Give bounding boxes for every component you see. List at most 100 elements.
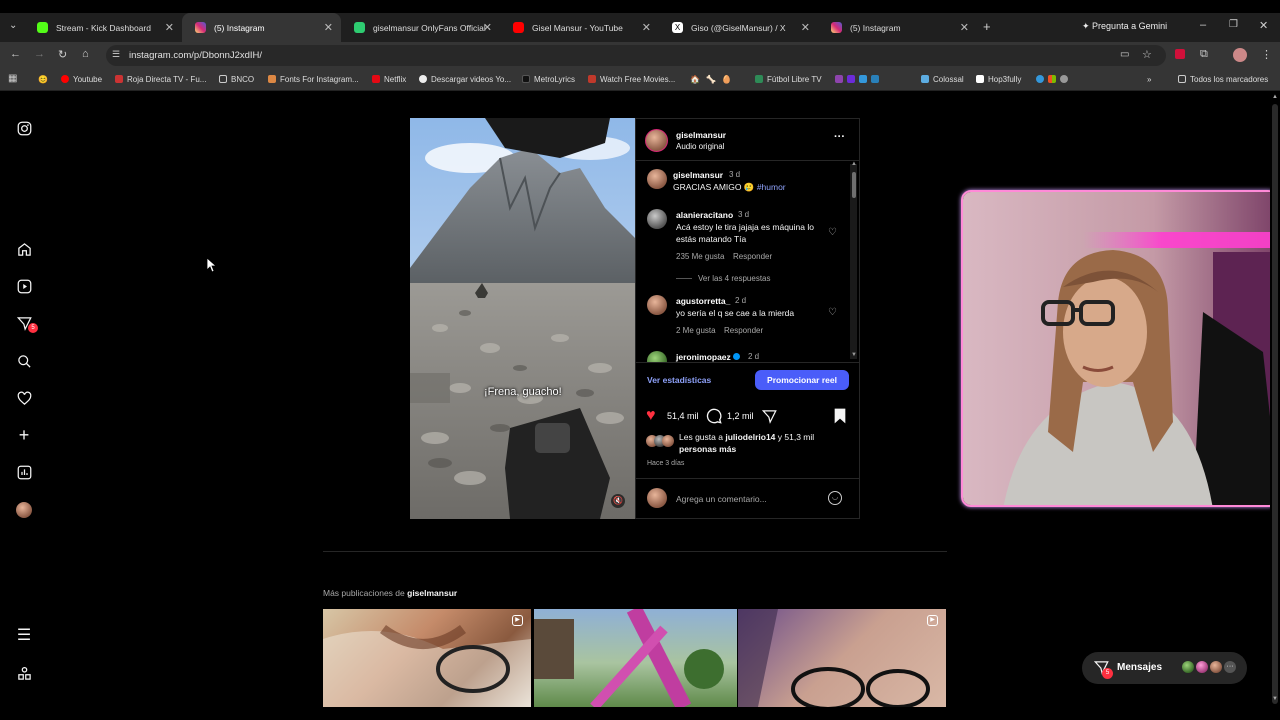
bookmark-futbol[interactable]: Fútbol Libre TV bbox=[755, 75, 822, 84]
comment-like-icon[interactable]: ♡ bbox=[828, 307, 837, 318]
audio-label[interactable]: Audio original bbox=[676, 142, 724, 151]
close-tab-icon[interactable]: ✕ bbox=[324, 21, 333, 34]
stats-link[interactable]: Ver estadísticas bbox=[647, 375, 711, 385]
like-heart-icon[interactable]: ♥ bbox=[646, 407, 656, 425]
comment-avatar[interactable] bbox=[647, 209, 667, 229]
forward-icon[interactable]: → bbox=[34, 48, 45, 60]
more-post-thumbnail[interactable] bbox=[738, 609, 946, 707]
reels-icon[interactable] bbox=[15, 277, 33, 295]
bookmark-fonts[interactable]: Fonts For Instagram... bbox=[268, 75, 359, 84]
promote-reel-button[interactable]: Promocionar reel bbox=[755, 370, 849, 390]
post-options-icon[interactable]: ··· bbox=[834, 131, 845, 143]
close-tab-icon[interactable]: ✕ bbox=[642, 21, 651, 34]
caption-hashtag[interactable]: #humor bbox=[757, 182, 786, 192]
more-icon[interactable] bbox=[15, 664, 33, 682]
comment-icon[interactable] bbox=[706, 408, 722, 429]
close-window-icon[interactable]: ✕ bbox=[1259, 19, 1268, 32]
bookmark-youtube[interactable]: Youtube bbox=[61, 75, 102, 84]
save-bookmark-icon[interactable] bbox=[833, 408, 847, 429]
search-icon[interactable] bbox=[15, 352, 33, 370]
bookmark-watch-movies[interactable]: Watch Free Movies... bbox=[588, 75, 675, 84]
comment-reply-button[interactable]: Responder bbox=[724, 326, 763, 335]
bookmark-star-icon[interactable]: ☆ bbox=[1142, 48, 1152, 61]
caption-avatar[interactable] bbox=[647, 169, 667, 189]
caption-username[interactable]: giselmansur bbox=[673, 170, 723, 180]
scroll-up-arrow-icon[interactable]: ▲ bbox=[1272, 94, 1278, 100]
bookmark-icons-group-2[interactable] bbox=[835, 75, 883, 84]
address-bar[interactable] bbox=[106, 45, 1166, 66]
restore-icon[interactable]: ❐ bbox=[1229, 19, 1238, 30]
scroll-down-arrow-icon[interactable]: ▼ bbox=[1272, 696, 1278, 702]
tab-instagram-active[interactable]: (5) Instagram ✕ bbox=[182, 13, 341, 42]
more-posts-user[interactable]: giselmansur bbox=[407, 588, 457, 598]
message-avatar[interactable] bbox=[1196, 661, 1208, 673]
close-tab-icon[interactable]: ✕ bbox=[483, 21, 492, 34]
extension-icon[interactable] bbox=[1175, 49, 1185, 59]
bookmarks-overflow-icon[interactable]: » bbox=[1147, 75, 1151, 84]
heart-icon[interactable] bbox=[15, 389, 33, 407]
reload-icon[interactable]: ↻ bbox=[58, 48, 67, 61]
comment-avatar[interactable] bbox=[647, 295, 667, 315]
cast-icon[interactable]: ▭ bbox=[1120, 49, 1129, 60]
tab-x[interactable]: X Giso (@GiselMansur) / X ✕ bbox=[659, 13, 818, 42]
bookmark-hop3fully[interactable]: Hop3fully bbox=[976, 75, 1021, 84]
all-bookmarks[interactable]: Todos los marcadores bbox=[1178, 75, 1268, 84]
apps-icon[interactable]: ▦ bbox=[8, 73, 17, 84]
back-icon[interactable]: ← bbox=[10, 48, 21, 60]
comments-count[interactable]: 1,2 mil bbox=[727, 411, 754, 421]
comment-like-icon[interactable]: ♡ bbox=[828, 227, 837, 238]
home-browser-icon[interactable]: ⌂ bbox=[82, 48, 89, 60]
mute-icon[interactable]: 🔇 bbox=[611, 494, 625, 508]
messages-label[interactable]: Mensajes bbox=[1117, 662, 1162, 673]
liked-by-user[interactable]: juliodelrio14 bbox=[725, 432, 775, 442]
tab-youtube[interactable]: Gisel Mansur - YouTube ✕ bbox=[500, 13, 659, 42]
post-author-username[interactable]: giselmansur bbox=[676, 130, 726, 140]
likes-count[interactable]: 51,4 mil bbox=[667, 411, 699, 421]
bookmark-netflix[interactable]: Netflix bbox=[372, 75, 406, 84]
bookmark-icons-group-3[interactable] bbox=[1036, 75, 1072, 84]
bookmark-emoji[interactable]: 😊 bbox=[38, 75, 48, 84]
page-scroll-thumb[interactable] bbox=[1272, 104, 1278, 704]
comment-username[interactable]: agustorretta_ bbox=[676, 296, 730, 306]
minimize-icon[interactable]: – bbox=[1200, 19, 1206, 31]
share-icon[interactable] bbox=[761, 409, 777, 429]
comment-username[interactable]: alanieracitano bbox=[676, 210, 733, 220]
emoji-icon[interactable]: ◡ bbox=[828, 491, 842, 505]
close-tab-icon[interactable]: ✕ bbox=[801, 21, 810, 34]
tab-instagram-2[interactable]: (5) Instagram ✕ bbox=[818, 13, 977, 42]
new-tab-icon[interactable]: + bbox=[983, 19, 991, 34]
tab-onlyfans[interactable]: giselmansur OnlyFans Official - ✕ bbox=[341, 13, 500, 42]
comment-likes[interactable]: 235 Me gusta bbox=[676, 252, 724, 261]
view-replies-button[interactable]: Ver las 4 respuestas bbox=[698, 274, 770, 283]
profile-avatar[interactable] bbox=[16, 502, 32, 518]
bookmark-icons-group[interactable]: 🏠🦴🥚 bbox=[690, 75, 738, 84]
bookmark-roja[interactable]: Roja Directa TV - Fu... bbox=[115, 75, 206, 84]
post-author-avatar[interactable] bbox=[645, 129, 668, 152]
close-tab-icon[interactable]: ✕ bbox=[960, 21, 969, 34]
message-avatar[interactable] bbox=[1182, 661, 1194, 673]
close-tab-icon[interactable]: ✕ bbox=[165, 21, 174, 34]
bookmark-descargar[interactable]: Descargar videos Yo... bbox=[419, 75, 511, 84]
comments-scroll-thumb[interactable] bbox=[852, 172, 856, 198]
create-icon[interactable]: + bbox=[15, 425, 33, 445]
scroll-down-arrow-icon[interactable]: ▼ bbox=[851, 352, 857, 358]
comment-username[interactable]: jeronimopaez bbox=[676, 352, 741, 362]
reel-video[interactable] bbox=[410, 118, 635, 519]
more-post-thumbnail[interactable] bbox=[534, 609, 737, 707]
more-post-thumbnail[interactable] bbox=[323, 609, 531, 707]
bookmark-bnco[interactable]: BNCO bbox=[219, 75, 254, 84]
instagram-icon[interactable] bbox=[15, 119, 33, 137]
url-text[interactable]: instagram.com/p/DbonnJ2xdIH/ bbox=[129, 50, 262, 61]
home-icon[interactable] bbox=[15, 240, 33, 258]
comment-avatar[interactable] bbox=[647, 351, 667, 362]
bookmark-metrolyrics[interactable]: MetroLyrics bbox=[522, 75, 575, 84]
add-comment-input[interactable]: Agrega un comentario... bbox=[676, 494, 767, 504]
messages-more-icon[interactable]: ··· bbox=[1224, 661, 1236, 673]
scroll-up-arrow-icon[interactable]: ▲ bbox=[851, 161, 857, 167]
profile-browser-icon[interactable] bbox=[1233, 48, 1247, 62]
gemini-button[interactable]: ✦ Pregunta a Gemini bbox=[1082, 21, 1167, 32]
message-avatar[interactable] bbox=[1210, 661, 1222, 673]
bookmark-colossal[interactable]: Colossal bbox=[921, 75, 964, 84]
dashboard-icon[interactable] bbox=[15, 463, 33, 481]
tab-search-icon[interactable]: ⌄ bbox=[9, 20, 17, 31]
